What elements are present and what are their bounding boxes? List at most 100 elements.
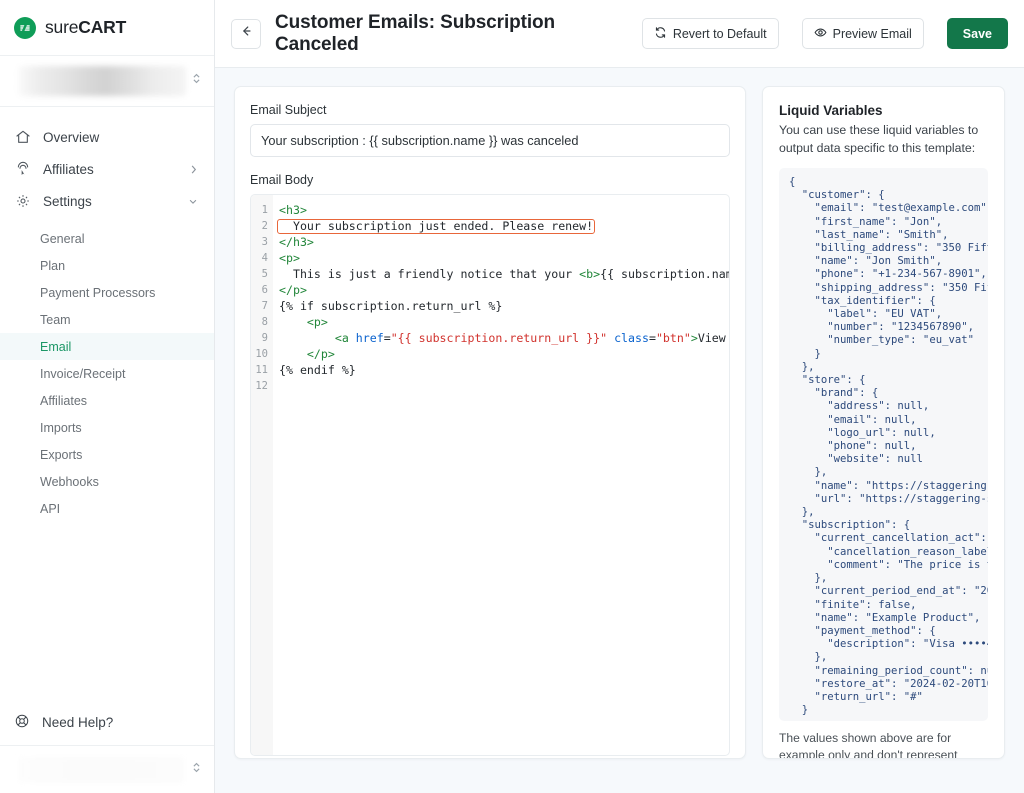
line-number: 11 [255,364,268,376]
json-line: "name": "Jon Smith", [789,255,943,268]
sidebar-item-webhooks[interactable]: Webhooks [0,468,214,495]
email-subject-label: Email Subject [250,103,327,117]
revert-to-default-button[interactable]: Revert to Default [641,18,779,49]
code-text-area[interactable]: <h3> Your subscription just ended. Pleas… [273,195,729,755]
page-title: Customer Emails: Subscription Canceled [275,11,556,55]
liquid-variables-json: { "customer": { "email": "test@example.c… [779,168,988,721]
json-line: }, [789,360,815,373]
sidebar-item-exports[interactable]: Exports [0,441,214,468]
json-line: "address": null, [789,400,930,413]
chevron-right-icon [189,164,198,175]
json-line: }, [789,572,828,585]
sidebar-item-affiliates-sub[interactable]: Affiliates [0,387,214,414]
json-line: "billing_address": "350 Fifth Aven [814,242,989,255]
store-name-blurred [18,66,186,96]
code-line-5: This is just a friendly notice that your… [279,267,729,281]
sidebar-item-general[interactable]: General [0,225,214,252]
surecart-logo-icon [14,16,36,39]
sidebar-item-invoice-receipt[interactable]: Invoice/Receipt [0,360,214,387]
sidebar-item-label: Settings [43,193,92,209]
code-line-1: <h3> [279,203,307,217]
email-subject-input[interactable] [250,124,730,157]
chevron-updown-icon [191,72,202,91]
save-button[interactable]: Save [946,18,1008,49]
line-number: 6 [261,284,268,296]
store-selector[interactable] [0,55,214,107]
code-line-3: </h3> [279,235,314,249]
json-line: } [789,347,821,360]
sidebar-item-payment-processors[interactable]: Payment Processors [0,279,214,306]
sidebar-item-email[interactable]: Email [0,333,214,360]
json-line: "shipping_address": "350 Fifth Ave [814,281,989,294]
line-number: 2 [261,220,268,232]
json-line: "current_period_end_at": "2024-02- [814,585,989,598]
json-line: "email": "test@example.com", [789,202,989,215]
sidebar-sub-label: API [40,501,61,516]
line-number: 4 [261,252,268,264]
sidebar-item-settings[interactable]: Settings [0,185,214,217]
chevron-down-icon [188,196,198,207]
liquid-variables-note: The values shown above are for example o… [779,731,958,759]
sidebar-sub-label: Team [40,312,71,327]
app-root: sureCART Overview Affiliates Settings Ge… [0,0,1024,793]
json-line: "first_name": "Jon", [789,215,943,228]
arrow-left-icon [239,24,253,43]
sidebar-sub-label: Webhooks [40,474,99,489]
json-line: "payment_method": { [789,624,936,637]
json-line: }, [789,651,828,664]
sidebar-sub-label: Affiliates [40,393,88,408]
code-line-7: {% if subscription.return_url %} [279,299,503,313]
sidebar-item-label: Affiliates [43,161,94,177]
back-button[interactable] [231,18,261,49]
sidebar-item-imports[interactable]: Imports [0,414,214,441]
line-number: 9 [261,332,268,344]
json-line: "current_cancellation_act": { [789,532,988,545]
sidebar-item-api[interactable]: API [0,495,214,522]
json-line: "name": "Example Product", [789,611,981,624]
main-area: Customer Emails: Subscription Canceled R… [215,0,1024,793]
settings-subnav: General Plan Payment Processors Team Ema… [0,223,214,522]
line-number: 3 [261,236,268,248]
email-editor-card: Email Subject Email Body 1 2 3 4 5 6 7 8… [234,86,746,759]
json-line: "return_url": "#" [789,690,923,703]
json-line: "tax_identifier": { [789,294,936,307]
json-line: "store": { [789,374,866,387]
topbar: Customer Emails: Subscription Canceled R… [215,0,1024,68]
brand-logo-light: sure [45,17,79,37]
brand-logo[interactable]: sureCART [0,0,214,55]
liquid-variables-card: Liquid Variables You can use these liqui… [762,86,1005,759]
eye-icon [814,26,827,42]
sidebar-sub-label: Exports [40,447,83,462]
gear-icon [14,193,31,210]
need-help-button[interactable]: Need Help? [0,699,214,745]
json-line: "label": "EU VAT", [789,308,943,321]
line-number: 7 [261,300,268,312]
json-line: "brand": { [789,387,879,400]
code-gutter: 1 2 3 4 5 6 7 8 9 10 11 12 [251,195,273,755]
code-line-2-selected[interactable]: Your subscription just ended. Please ren… [277,219,596,234]
sidebar-sub-label: Imports [40,420,82,435]
home-icon [14,129,31,146]
sidebar-item-affiliates[interactable]: Affiliates [0,153,214,185]
sidebar-sub-label: Email [40,339,72,354]
json-line: "description": "Visa ••••4242" [827,638,988,651]
line-number: 10 [255,348,268,360]
code-line-10: </p> [279,347,335,361]
preview-email-button[interactable]: Preview Email [801,18,924,49]
json-line: "url": "https://staggering-simon-o [814,492,989,505]
json-line: "last_name": "Smith", [789,228,949,241]
json-line: "finite": false, [789,598,917,611]
sidebar-item-plan[interactable]: Plan [0,252,214,279]
sidebar-item-team[interactable]: Team [0,306,214,333]
json-line: "number": "1234567890", [789,321,974,334]
sidebar-item-overview[interactable]: Overview [0,121,214,153]
json-line: "phone": "+1-234-567-8901", [789,268,987,281]
line-number: 8 [261,316,268,328]
code-line-9: <a href="{{ subscription.return_url }}" … [279,331,726,345]
email-body-code-editor[interactable]: 1 2 3 4 5 6 7 8 9 10 11 12 <h3> Your sub… [250,194,730,756]
sidebar-footer-selector[interactable] [0,745,214,793]
sidebar-sub-label: Plan [40,258,66,273]
json-line: { [789,176,796,188]
json-line: "number_type": "eu_vat" [789,334,974,347]
